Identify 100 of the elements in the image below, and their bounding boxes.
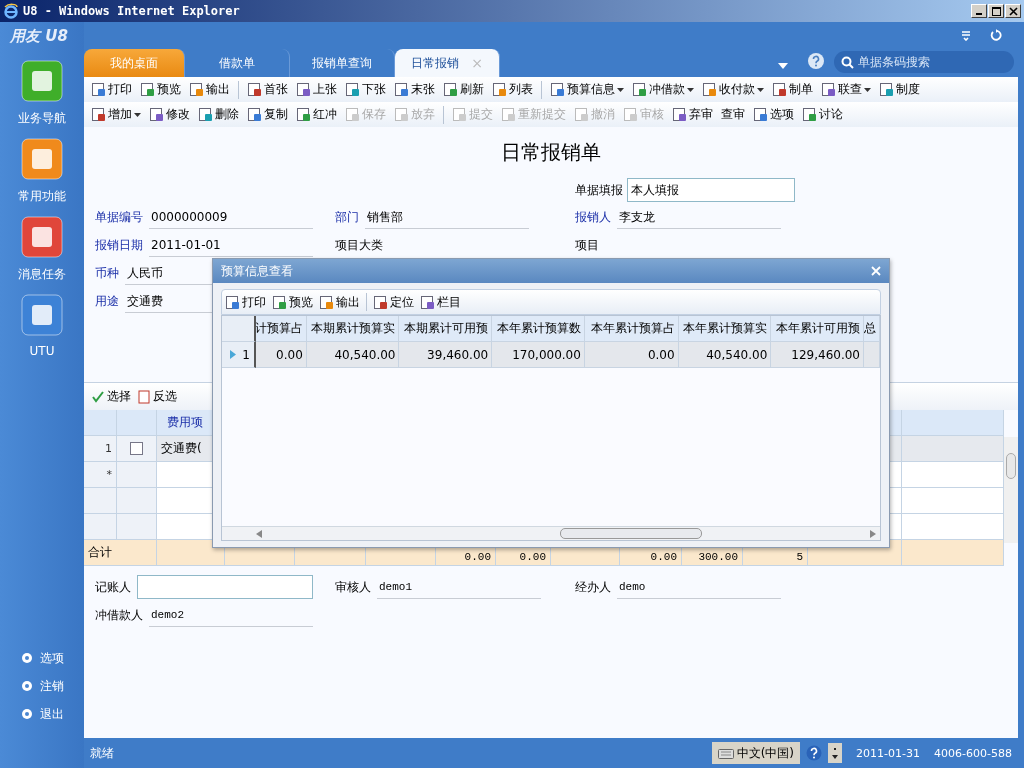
toolbar-button[interactable]: 预览 xyxy=(137,78,184,101)
toolbar-button[interactable]: 反选 xyxy=(134,385,180,408)
toolbar-button[interactable]: 下张 xyxy=(342,78,389,101)
toolbar-button[interactable]: 刷新 xyxy=(440,78,487,101)
entry-field[interactable]: 本人填报 xyxy=(627,178,795,202)
toolbar-button[interactable]: 增加 xyxy=(88,103,144,126)
sidebar-link[interactable]: 退出 xyxy=(0,700,64,728)
sidebar-link[interactable]: 注销 xyxy=(0,672,64,700)
refresh-icon[interactable] xyxy=(990,29,1002,41)
close-button[interactable] xyxy=(1005,4,1021,18)
maximize-button[interactable] xyxy=(988,4,1004,18)
table-cell xyxy=(84,514,117,540)
input-field[interactable] xyxy=(137,575,313,599)
module-icon[interactable] xyxy=(21,294,63,336)
column-header[interactable]: 本年累计预算数 xyxy=(492,316,585,342)
search-field[interactable]: 单据条码搜索 xyxy=(834,51,1014,73)
document-icon xyxy=(272,294,287,310)
toolbar-button[interactable]: 输出 xyxy=(186,78,233,101)
module-label[interactable]: 常用功能 xyxy=(18,188,66,205)
document-icon xyxy=(247,107,262,122)
column-header[interactable]: 总 xyxy=(864,316,880,342)
toolbar-button[interactable]: 删除 xyxy=(195,103,242,126)
document-icon xyxy=(879,82,894,97)
module-icon[interactable] xyxy=(21,216,63,258)
field-label: 冲借款人 xyxy=(95,606,143,624)
document-icon xyxy=(198,107,213,122)
field-value[interactable]: 销售部 xyxy=(365,205,529,229)
module-label[interactable]: 消息任务 xyxy=(18,266,66,283)
scroll-thumb[interactable] xyxy=(560,528,702,539)
menu-icon[interactable] xyxy=(960,29,972,41)
language-indicator[interactable]: 中文(中国) xyxy=(711,742,800,764)
toolbar-button[interactable]: 栏目 xyxy=(417,291,464,313)
scrollbar[interactable] xyxy=(1004,437,1018,543)
table-cell xyxy=(157,540,225,566)
column-header[interactable]: 本期累计预算实 xyxy=(306,316,400,342)
toolbar-button[interactable]: 收付款 xyxy=(699,78,767,101)
toolbar-button[interactable]: 制单 xyxy=(769,78,816,101)
toolbar-button[interactable]: 复制 xyxy=(244,103,291,126)
toolbar-button[interactable]: 选项 xyxy=(750,103,797,126)
table-cell: 39,460.00 xyxy=(399,342,493,368)
table-cell xyxy=(864,342,880,368)
scrollbar[interactable] xyxy=(222,526,880,540)
table-cell: 合计 xyxy=(84,540,157,566)
help-icon[interactable] xyxy=(806,745,822,761)
scroll-right-icon[interactable] xyxy=(870,529,876,538)
table-cell: 40,540.00 xyxy=(306,342,400,368)
toolbar-button[interactable]: 红冲 xyxy=(293,103,340,126)
document-icon xyxy=(672,107,687,122)
toolbar-button[interactable]: 弃审 xyxy=(669,103,716,126)
toolbar-button[interactable]: 修改 xyxy=(146,103,193,126)
module-label[interactable]: UTU xyxy=(29,344,55,358)
module-icon[interactable] xyxy=(21,138,63,180)
field-value[interactable]: 2011-01-01 xyxy=(149,233,313,257)
field-value[interactable]: 0000000009 xyxy=(149,205,313,229)
toolbar-button[interactable]: 制度 xyxy=(876,78,923,101)
help-icon[interactable] xyxy=(808,53,824,69)
column-header[interactable]: 本年累计预算实 xyxy=(678,316,772,342)
row-header[interactable]: 1 xyxy=(222,342,256,368)
document-icon xyxy=(296,82,311,97)
minimize-button[interactable] xyxy=(971,4,987,18)
column-header[interactable]: 本年累计预算占 xyxy=(584,316,679,342)
table-cell: 0.00 xyxy=(255,342,307,368)
scroll-left-icon[interactable] xyxy=(256,529,262,538)
field-value[interactable]: demo2 xyxy=(149,603,313,627)
field-value[interactable]: 李支龙 xyxy=(617,205,781,229)
toolbar-button[interactable]: 列表 xyxy=(489,78,536,101)
checkbox[interactable] xyxy=(130,442,143,455)
sidebar-icon xyxy=(20,651,34,665)
toolbar-button[interactable]: 选择 xyxy=(88,385,134,408)
field-label: 经办人 xyxy=(575,578,611,596)
toolbar-button[interactable]: 打印 xyxy=(222,291,269,313)
toolbar-button[interactable]: 冲借款 xyxy=(629,78,697,101)
toolbar-button[interactable]: 上张 xyxy=(293,78,340,101)
toolbar-button[interactable]: 打印 xyxy=(88,78,135,101)
caret-icon[interactable] xyxy=(828,743,842,763)
toolbar-button[interactable]: 联查 xyxy=(818,78,874,101)
field-label: 部门 xyxy=(335,208,359,226)
module-icon[interactable] xyxy=(21,60,63,102)
table-cell: 170,000.00 xyxy=(492,342,585,368)
toolbar-button[interactable]: 末张 xyxy=(391,78,438,101)
toolbar-button[interactable]: 输出 xyxy=(316,291,363,313)
toolbar-button[interactable]: 定位 xyxy=(370,291,417,313)
toolbar-button[interactable]: 首张 xyxy=(244,78,291,101)
document-icon xyxy=(345,82,360,97)
column-header xyxy=(222,316,256,342)
sidebar-link[interactable]: 选项 xyxy=(0,644,64,672)
document-icon xyxy=(319,294,334,310)
tab[interactable]: 日常报销 × xyxy=(395,49,500,77)
status-date: 2011-01-31 xyxy=(855,746,921,760)
column-header[interactable]: 本年累计可用预 xyxy=(771,316,864,342)
field-value[interactable]: demo xyxy=(617,575,781,599)
column-header[interactable]: 本期累计可用预 xyxy=(399,316,493,342)
close-icon[interactable] xyxy=(871,266,881,276)
field-value[interactable]: demo1 xyxy=(377,575,541,599)
toolbar-button[interactable]: 预算信息 xyxy=(547,78,627,101)
document-icon xyxy=(140,82,155,97)
toolbar-button[interactable]: 查审 xyxy=(718,103,748,126)
module-label[interactable]: 业务导航 xyxy=(18,110,66,127)
toolbar-button[interactable]: 讨论 xyxy=(799,103,846,126)
field-label: 报销日期 xyxy=(95,236,143,254)
